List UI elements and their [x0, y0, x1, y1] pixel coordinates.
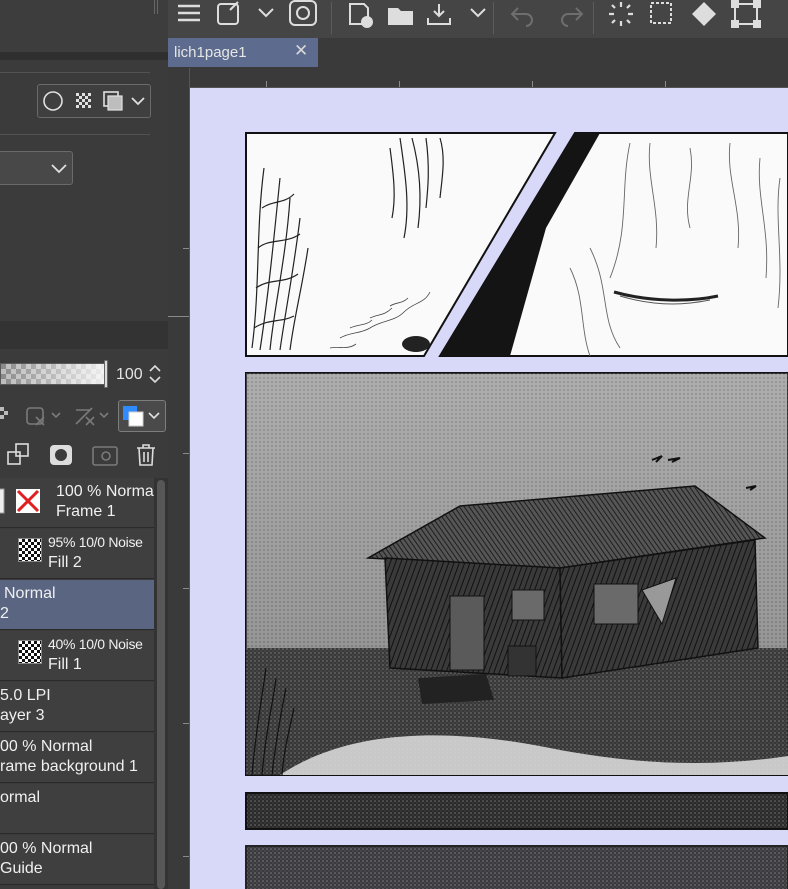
toolbar-separator	[331, 2, 332, 34]
chevron-down-icon	[131, 97, 145, 106]
delete-layer-icon	[137, 444, 155, 466]
layer-row[interactable]: 5.0 LPI ayer 3	[0, 682, 154, 732]
chevron-down-icon	[148, 412, 160, 420]
selection-button[interactable]	[646, 0, 680, 32]
reference-layer-icon	[26, 407, 61, 426]
divider	[0, 134, 150, 135]
mask-icon	[50, 445, 72, 465]
checker-icon	[0, 407, 8, 419]
brush-shape-icons	[43, 91, 145, 111]
layer-panel-header	[0, 321, 168, 349]
noise-thumbnail-icon	[18, 640, 42, 664]
panel-separator	[0, 52, 168, 60]
layer-mode: Normal	[4, 585, 56, 602]
layer-row[interactable]: 00 % Normal rame background 1	[0, 733, 154, 783]
export-dropdown-button[interactable]	[462, 0, 492, 32]
brush-shape-selector[interactable]	[37, 84, 151, 118]
frame-layer-icon	[0, 488, 40, 514]
layer-mode: 5.0 LPI	[0, 687, 51, 704]
toolbar-separator	[493, 2, 494, 34]
layer-name: ayer 3	[0, 707, 45, 724]
layer-list: 100 % Normal Frame 1 95% 10/0 Noise Fill…	[0, 478, 158, 889]
ruler-top	[168, 68, 788, 88]
layer-name: Fill 2	[48, 554, 82, 571]
layer-row-selected[interactable]: Normal 2	[0, 580, 154, 630]
transform-button[interactable]	[730, 0, 764, 32]
close-icon[interactable]: ✕	[294, 41, 308, 61]
layer-name: rame background 1	[0, 758, 138, 775]
new-page-button[interactable]	[344, 0, 378, 32]
layer-row[interactable]: ormal	[0, 784, 154, 834]
layer-name: Frame 1	[56, 503, 116, 520]
property-dropdown[interactable]	[0, 151, 73, 185]
opacity-spinner[interactable]	[148, 363, 162, 385]
open-button[interactable]	[384, 0, 418, 32]
layer-color-button[interactable]	[118, 400, 166, 432]
panel-strip	[245, 792, 788, 830]
layer-name: Guide	[0, 860, 43, 877]
layer-name: Fill 1	[48, 656, 82, 673]
draft-layer-icon	[75, 407, 109, 426]
tool-dropdown-button[interactable]	[252, 0, 282, 30]
circle-icon	[43, 91, 63, 111]
noise-thumbnail-icon	[18, 538, 42, 562]
fill-button[interactable]	[688, 0, 722, 32]
panel-bottom	[245, 845, 788, 889]
merge-layer-icon	[7, 443, 29, 465]
layer-row[interactable]: 95% 10/0 Noise Fill 2	[0, 529, 154, 579]
manga-page-artwork	[245, 132, 788, 889]
export-button[interactable]	[424, 0, 458, 32]
layer-mode: 100 % Normal	[56, 483, 158, 500]
refresh-button[interactable]	[286, 0, 320, 30]
layer-commands	[7, 443, 155, 466]
layer-mode: 40% 10/0 Noise	[48, 636, 143, 652]
left-panel-top-strip	[0, 0, 168, 52]
undo-button[interactable]	[506, 0, 540, 32]
redo-button[interactable]	[550, 0, 584, 32]
opacity-slider-handle[interactable]	[104, 360, 108, 388]
layer-row[interactable]: 100 % Normal Frame 1	[0, 478, 158, 528]
ruler-left	[168, 68, 190, 889]
tool-switch-button[interactable]	[214, 0, 244, 30]
panel-cabin	[245, 372, 788, 776]
layer-mode: ormal	[0, 789, 41, 806]
loading-button[interactable]	[602, 0, 636, 32]
texture-icon	[76, 93, 91, 108]
layer-name: 2	[0, 605, 9, 622]
layer-mode: 95% 10/0 Noise	[48, 534, 143, 550]
opacity-value: 100	[116, 366, 143, 383]
canvas[interactable]	[190, 88, 788, 889]
layer-mode: 00 % Normal	[0, 840, 93, 857]
opacity-slider[interactable]	[0, 363, 106, 385]
stack-icon	[103, 91, 123, 111]
divider	[0, 72, 150, 73]
layer-scroll-thumb[interactable]	[157, 480, 165, 889]
chevron-down-icon	[51, 164, 67, 174]
layer-row[interactable]: 40% 10/0 Noise Fill 1	[0, 631, 154, 681]
document-tab-title: lich1page1	[174, 44, 247, 61]
layer-mode: 00 % Normal	[0, 738, 93, 755]
menu-button[interactable]	[174, 0, 206, 30]
new-layer-icon	[92, 446, 118, 466]
toolbar-separator	[593, 2, 594, 34]
layer-row[interactable]: 00 % Normal Guide	[0, 835, 154, 885]
